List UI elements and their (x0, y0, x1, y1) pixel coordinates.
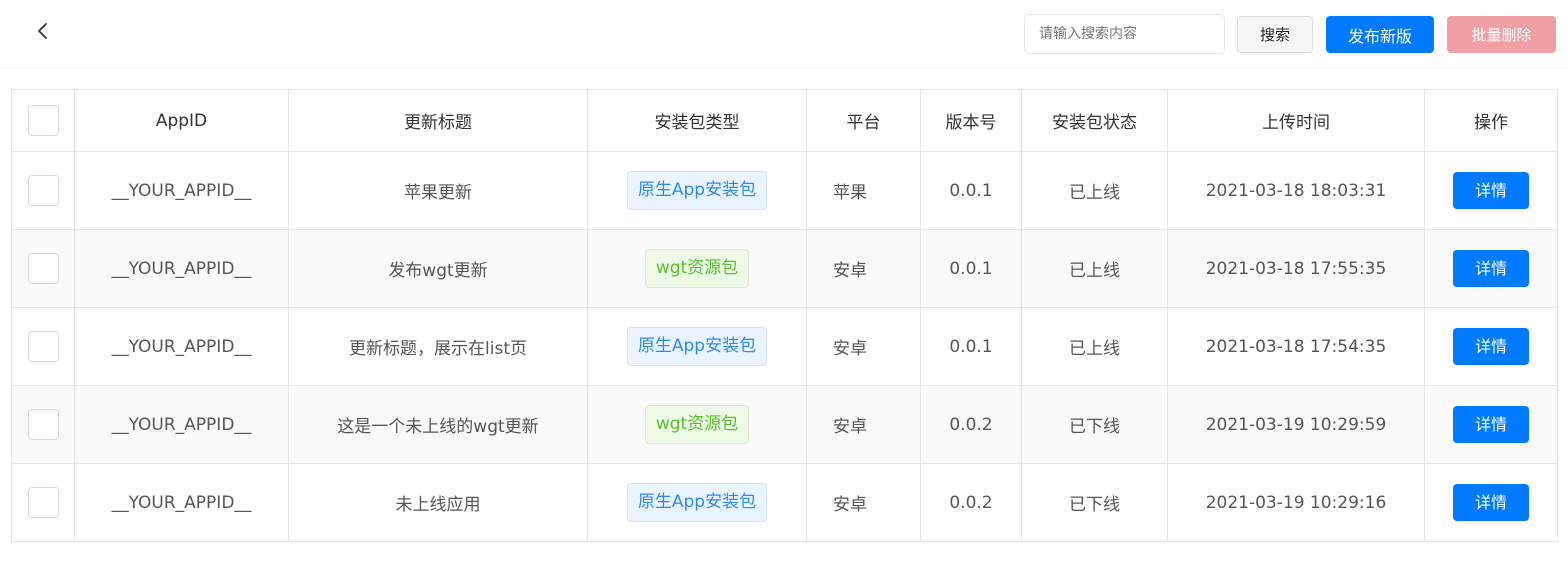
platform-cell: 安卓 (806, 385, 921, 464)
search-button[interactable]: 搜索 (1237, 16, 1313, 53)
version-cell: 0.0.1 (920, 151, 1022, 230)
app-version-table: AppID 更新标题 安装包类型 平台 版本号 安装包状态 上传时间 操作 __… (11, 89, 1558, 542)
detail-button[interactable]: 详情 (1453, 406, 1529, 443)
top-bar: 搜索 发布新版 批量删除 (0, 0, 1568, 68)
upload-time-cell: 2021-03-18 18:03:31 (1167, 151, 1425, 230)
upload-time-cell: 2021-03-18 17:54:35 (1167, 307, 1425, 386)
select-all-cell (11, 89, 75, 152)
row-checkbox[interactable] (27, 409, 59, 440)
row-checkbox[interactable] (27, 253, 59, 284)
title-cell: 这是一个未上线的wgt更新 (288, 385, 588, 464)
chevron-left-icon (38, 23, 47, 39)
row-select-cell (11, 385, 75, 464)
package-type-tag: wgt资源包 (644, 249, 750, 288)
appid-cell: __YOUR_APPID__ (74, 151, 289, 230)
upload-time-cell: 2021-03-19 10:29:16 (1167, 463, 1425, 542)
table-row: __YOUR_APPID__ 这是一个未上线的wgt更新 wgt资源包 安卓 0… (11, 385, 1558, 464)
column-header-upload-time: 上传时间 (1167, 89, 1425, 152)
actions-cell: 详情 (1424, 463, 1558, 542)
table-header-row: AppID 更新标题 安装包类型 平台 版本号 安装包状态 上传时间 操作 (11, 89, 1558, 152)
row-checkbox[interactable] (27, 487, 59, 518)
status-cell: 已上线 (1021, 307, 1168, 386)
column-header-appid: AppID (74, 89, 289, 152)
version-cell: 0.0.1 (920, 307, 1022, 386)
version-cell: 0.0.2 (920, 463, 1022, 542)
version-cell: 0.0.1 (920, 229, 1022, 308)
table-row: __YOUR_APPID__ 发布wgt更新 wgt资源包 安卓 0.0.1 已… (11, 229, 1558, 308)
title-cell: 发布wgt更新 (288, 229, 588, 308)
column-header-actions: 操作 (1424, 89, 1558, 152)
column-header-title: 更新标题 (288, 89, 588, 152)
status-cell: 已上线 (1021, 229, 1168, 308)
table-row: __YOUR_APPID__ 未上线应用 原生App安装包 安卓 0.0.2 已… (11, 463, 1558, 542)
upload-time-cell: 2021-03-18 17:55:35 (1167, 229, 1425, 308)
publish-new-version-button[interactable]: 发布新版 (1326, 16, 1434, 53)
batch-delete-button[interactable]: 批量删除 (1447, 16, 1556, 53)
package-type-cell: wgt资源包 (587, 229, 807, 308)
row-select-cell (11, 151, 75, 230)
package-type-cell: wgt资源包 (587, 385, 807, 464)
back-button[interactable] (30, 18, 56, 44)
detail-button[interactable]: 详情 (1453, 250, 1529, 287)
appid-cell: __YOUR_APPID__ (74, 229, 289, 308)
package-type-tag: wgt资源包 (644, 405, 750, 444)
row-checkbox[interactable] (27, 175, 59, 206)
package-type-cell: 原生App安装包 (587, 307, 807, 386)
actions-cell: 详情 (1424, 385, 1558, 464)
row-select-cell (11, 307, 75, 386)
title-cell: 苹果更新 (288, 151, 588, 230)
row-checkbox[interactable] (27, 331, 59, 362)
column-header-package-type: 安装包类型 (587, 89, 807, 152)
title-cell: 未上线应用 (288, 463, 588, 542)
row-select-cell (11, 463, 75, 542)
status-cell: 已下线 (1021, 385, 1168, 464)
appid-cell: __YOUR_APPID__ (74, 385, 289, 464)
table-row: __YOUR_APPID__ 苹果更新 原生App安装包 苹果 0.0.1 已上… (11, 151, 1558, 230)
appid-cell: __YOUR_APPID__ (74, 307, 289, 386)
package-type-tag: 原生App安装包 (626, 171, 768, 210)
platform-cell: 安卓 (806, 307, 921, 386)
column-header-version: 版本号 (920, 89, 1022, 152)
table-row: __YOUR_APPID__ 更新标题，展示在list页 原生App安装包 安卓… (11, 307, 1558, 386)
detail-button[interactable]: 详情 (1453, 328, 1529, 365)
package-type-tag: 原生App安装包 (626, 327, 768, 366)
actions-cell: 详情 (1424, 151, 1558, 230)
detail-button[interactable]: 详情 (1453, 172, 1529, 209)
appid-cell: __YOUR_APPID__ (74, 463, 289, 542)
package-type-tag: 原生App安装包 (626, 483, 768, 522)
title-cell: 更新标题，展示在list页 (288, 307, 588, 386)
package-type-cell: 原生App安装包 (587, 151, 807, 230)
status-cell: 已下线 (1021, 463, 1168, 542)
platform-cell: 安卓 (806, 229, 921, 308)
platform-cell: 安卓 (806, 463, 921, 542)
column-header-status: 安装包状态 (1021, 89, 1168, 152)
column-header-platform: 平台 (806, 89, 921, 152)
upload-time-cell: 2021-03-19 10:29:59 (1167, 385, 1425, 464)
detail-button[interactable]: 详情 (1453, 484, 1529, 521)
package-type-cell: 原生App安装包 (587, 463, 807, 542)
actions-cell: 详情 (1424, 229, 1558, 308)
row-select-cell (11, 229, 75, 308)
select-all-checkbox[interactable] (27, 105, 59, 136)
version-cell: 0.0.2 (920, 385, 1022, 464)
search-input[interactable] (1024, 14, 1225, 54)
platform-cell: 苹果 (806, 151, 921, 230)
status-cell: 已上线 (1021, 151, 1168, 230)
actions-cell: 详情 (1424, 307, 1558, 386)
